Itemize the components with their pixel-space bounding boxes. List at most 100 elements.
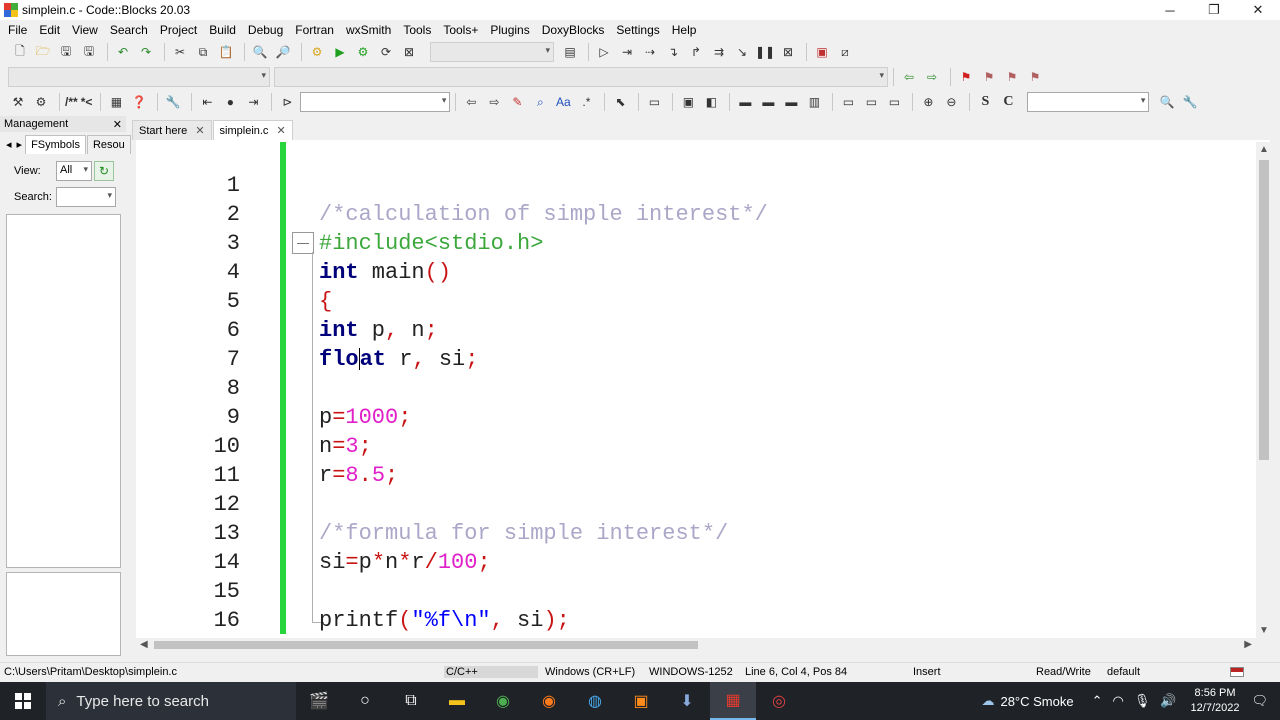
- browser-globe-icon[interactable]: ◍: [572, 682, 618, 720]
- next-bookmark-icon[interactable]: ⚑: [1002, 67, 1022, 87]
- wrench-icon[interactable]: 🔧: [163, 92, 183, 112]
- clock[interactable]: 8:56 PM 12/7/2022: [1191, 686, 1240, 716]
- menu-search[interactable]: Search: [104, 20, 154, 40]
- symbol-search-input[interactable]: ▾: [56, 187, 116, 207]
- symbol-search-combo[interactable]: ▾: [1027, 92, 1150, 112]
- zoom-in-icon[interactable]: ⊕: [918, 92, 938, 112]
- doxy-extract-icon[interactable]: ⚙: [31, 92, 51, 112]
- start-button[interactable]: [0, 682, 46, 720]
- select-cursor-icon[interactable]: ⬉: [610, 92, 630, 112]
- weather-icon[interactable]: ☁: [981, 693, 994, 709]
- tab-start-here[interactable]: Start here ✕: [132, 120, 212, 140]
- align-1-icon[interactable]: ▬: [735, 92, 755, 112]
- search-options-icon[interactable]: 🔧: [1180, 92, 1200, 112]
- tab-fsymbols[interactable]: FSymbols: [25, 135, 86, 154]
- dot-icon[interactable]: ●: [220, 92, 240, 112]
- doxy-html-icon[interactable]: ▦: [106, 92, 126, 112]
- menu-view[interactable]: View: [66, 20, 104, 40]
- back-arrow-icon[interactable]: ⇦: [461, 92, 481, 112]
- match-case-icon[interactable]: Aa: [553, 92, 573, 112]
- save-icon[interactable]: 🖫: [56, 42, 76, 62]
- cut-icon[interactable]: ✂: [170, 42, 190, 62]
- chrome-icon[interactable]: ◉: [480, 682, 526, 720]
- task-view-icon[interactable]: ⧉: [388, 682, 434, 720]
- orange-app-icon[interactable]: ▣: [618, 682, 664, 720]
- debug-windows-icon[interactable]: ▣: [812, 42, 832, 62]
- vertical-scroll-thumb[interactable]: [1259, 160, 1269, 460]
- media-app-icon[interactable]: 🎬: [296, 682, 342, 720]
- abort-icon[interactable]: ⊠: [399, 42, 419, 62]
- menu-file[interactable]: File: [2, 20, 33, 40]
- step-out-icon[interactable]: ↱: [686, 42, 706, 62]
- doxy-wizard-icon[interactable]: ⚒: [8, 92, 28, 112]
- vertical-scrollbar[interactable]: ▲ ▼: [1256, 142, 1272, 638]
- menu-settings[interactable]: Settings: [610, 20, 665, 40]
- step-into-icon[interactable]: ↴: [663, 42, 683, 62]
- management-close-button[interactable]: ✕: [113, 118, 122, 131]
- menu-help[interactable]: Help: [666, 20, 703, 40]
- taskbar-search-box[interactable]: ⌕ Type here to search: [46, 682, 296, 720]
- tab-resources[interactable]: Resou: [86, 135, 131, 154]
- scroll-down-icon[interactable]: ▼: [1259, 625, 1269, 636]
- rect-icon[interactable]: ▭: [644, 92, 664, 112]
- build-run-icon[interactable]: ⚙: [353, 42, 373, 62]
- menu-project[interactable]: Project: [154, 20, 203, 40]
- cortana-icon[interactable]: ○: [342, 682, 388, 720]
- tray-expand-icon[interactable]: ⌃: [1092, 693, 1103, 709]
- block-comment-button[interactable]: /**: [65, 92, 78, 112]
- refresh-icon[interactable]: ↻: [94, 161, 114, 181]
- scroll-right-icon[interactable]: ▶: [1244, 639, 1252, 650]
- redo-icon[interactable]: ↷: [136, 42, 156, 62]
- weather-text[interactable]: 28°C Smoke: [1000, 694, 1073, 709]
- microphone-icon[interactable]: 🎙: [1134, 693, 1151, 709]
- next-line-icon[interactable]: ⇢: [640, 42, 660, 62]
- box-1-icon[interactable]: ▭: [838, 92, 858, 112]
- prev-bookmark-icon[interactable]: ⚑: [979, 67, 999, 87]
- minimize-button[interactable]: ─: [1148, 0, 1192, 20]
- menu-wxsmith[interactable]: wxSmith: [340, 20, 397, 40]
- recorder-icon[interactable]: ◎: [756, 682, 802, 720]
- symbols-tree[interactable]: [6, 214, 121, 568]
- undo-icon[interactable]: ↶: [113, 42, 133, 62]
- view-select[interactable]: All ▾: [56, 161, 92, 181]
- file-explorer-icon[interactable]: ▬: [434, 682, 480, 720]
- find-icon[interactable]: 🔍: [250, 42, 270, 62]
- copy-icon[interactable]: ⧉: [193, 42, 213, 62]
- tab-close-icon[interactable]: ✕: [195, 124, 204, 137]
- run-icon[interactable]: ▶: [330, 42, 350, 62]
- search-combo[interactable]: ▾: [300, 92, 451, 112]
- search-go-icon[interactable]: 🔍: [1157, 92, 1177, 112]
- line-comment-button[interactable]: *<: [81, 92, 93, 112]
- forward-arrow-icon[interactable]: ⇨: [484, 92, 504, 112]
- c-button[interactable]: C: [998, 92, 1018, 112]
- close-window-button[interactable]: ✕: [1236, 0, 1280, 20]
- box-2-icon[interactable]: ▭: [861, 92, 881, 112]
- layout-1-icon[interactable]: ▣: [678, 92, 698, 112]
- debug-run-icon[interactable]: ▷: [594, 42, 614, 62]
- pause-icon[interactable]: ❚❚: [755, 42, 775, 62]
- menu-build[interactable]: Build: [203, 20, 242, 40]
- clear-bookmarks-icon[interactable]: ⚑: [1025, 67, 1045, 87]
- menu-debug[interactable]: Debug: [242, 20, 289, 40]
- installer-icon[interactable]: ⬇: [664, 682, 710, 720]
- tab-simplein[interactable]: simplein.c ✕: [212, 120, 293, 140]
- regex-icon[interactable]: .*: [576, 92, 596, 112]
- tab-scroll-right[interactable]: ▸: [15, 135, 25, 154]
- align-3-icon[interactable]: ▬: [781, 92, 801, 112]
- notification-icon[interactable]: 🗨: [1251, 693, 1268, 709]
- next-instruction-icon[interactable]: ⇉: [709, 42, 729, 62]
- layout-2-icon[interactable]: ◧: [701, 92, 721, 112]
- menu-tools[interactable]: Tools: [397, 20, 437, 40]
- run-to-cursor-icon[interactable]: ⇥: [617, 42, 637, 62]
- tab-close-icon[interactable]: ✕: [276, 124, 285, 137]
- save-all-icon[interactable]: 🖫: [79, 42, 99, 62]
- stop-debug-icon[interactable]: ⊠: [778, 42, 798, 62]
- find-text-icon[interactable]: ⌕: [530, 92, 550, 112]
- highlight-pen-icon[interactable]: ✎: [507, 92, 527, 112]
- step-instruction-icon[interactable]: ↘: [732, 42, 752, 62]
- align-2-icon[interactable]: ▬: [758, 92, 778, 112]
- menu-doxyblocks[interactable]: DoxyBlocks: [536, 20, 611, 40]
- firefox-icon[interactable]: ◉: [526, 682, 572, 720]
- tab-scroll-left[interactable]: ◂: [4, 135, 14, 154]
- menu-fortran[interactable]: Fortran: [289, 20, 340, 40]
